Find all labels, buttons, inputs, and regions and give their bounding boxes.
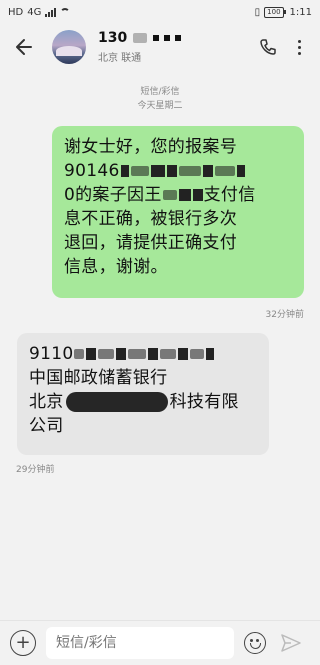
message-line: 9110: [29, 342, 257, 366]
redacted-number: [175, 35, 182, 41]
vibrate-icon: ▯: [254, 6, 261, 18]
redacted-text: [120, 165, 129, 177]
redacted-text: [116, 348, 127, 360]
message-text: 北京: [29, 392, 64, 412]
message-text: 支付信: [203, 185, 256, 205]
redacted-text: [162, 190, 177, 200]
redacted-text: [190, 349, 205, 359]
redacted-text: [86, 348, 97, 360]
send-icon: [281, 634, 301, 652]
redacted-text: [130, 166, 149, 176]
redacted-text: [192, 189, 203, 201]
conversation-header: 130 北京 联通: [0, 24, 320, 70]
message-line: 中国邮政储蓄银行: [29, 368, 168, 388]
redacted-text: [206, 348, 215, 360]
contact-number-text: 130: [98, 30, 128, 46]
wifi-icon: [60, 8, 71, 16]
battery-icon: 100: [264, 6, 286, 18]
message-timestamp: 29分钟前: [16, 465, 55, 475]
redacted-text: [178, 166, 201, 176]
add-attachment-button[interactable]: +: [10, 630, 36, 656]
message-line: 息不正确，被银行多次: [64, 209, 237, 229]
redacted-number: [133, 33, 148, 43]
contact-info[interactable]: 130 北京 联通: [98, 30, 252, 64]
back-arrow-icon: [16, 39, 32, 55]
call-button[interactable]: [252, 27, 284, 67]
add-circle-icon: +: [15, 632, 31, 653]
back-button[interactable]: [4, 27, 44, 67]
message-line: 信息，谢谢。: [64, 257, 168, 277]
message-text: 90146: [64, 161, 120, 181]
compose-bar: +: [0, 620, 320, 665]
contact-number: 130: [98, 30, 252, 46]
more-vertical-icon: [297, 39, 301, 43]
network-label: 4G: [27, 6, 42, 18]
message-line: 0的案子因王 支付信: [64, 183, 292, 207]
status-left: HD 4G: [8, 6, 71, 18]
redacted-text: [74, 349, 85, 359]
message-text: 9110: [29, 344, 74, 364]
incoming-message-bubble[interactable]: 9110 中国邮政储蓄银行 北京 科技有限 公司: [17, 333, 269, 455]
signal-icon: [45, 7, 57, 17]
message-text: 0的案子因王: [64, 185, 162, 205]
message-line: 公司: [29, 416, 64, 436]
redacted-text: [148, 348, 159, 360]
redacted-text: [98, 349, 115, 359]
message-line: 退回，请提供正确支付: [64, 233, 237, 253]
status-bar: HD 4G ▯ 100 1:11: [0, 0, 320, 24]
redacted-text: [214, 166, 235, 176]
message-line: 北京 科技有限: [29, 390, 257, 414]
redacted-text: [166, 165, 177, 177]
redacted-text: [178, 189, 191, 201]
redacted-text: [150, 165, 165, 177]
channel-label: 短信/彩信: [140, 87, 180, 97]
message-line: 谢女士好，您的报案号: [64, 137, 237, 157]
redacted-number: [164, 35, 171, 41]
clock: 1:11: [289, 6, 312, 18]
redacted-text: [202, 165, 213, 177]
redacted-text: [65, 392, 168, 412]
redacted-number: [153, 35, 160, 41]
phone-icon: [260, 39, 276, 55]
contact-location: 北京 联通: [98, 53, 142, 64]
redacted-text: [160, 349, 177, 359]
redacted-text: [178, 348, 189, 360]
outgoing-message-bubble[interactable]: 谢女士好，您的报案号 90146 0的案子因王 支付信 息不正确，被银行多次 退回…: [52, 126, 304, 298]
hd-label: HD: [8, 6, 24, 18]
send-button[interactable]: [280, 632, 302, 654]
message-timestamp: 32分钟前: [265, 310, 304, 320]
message-input[interactable]: [46, 627, 234, 659]
message-text: 科技有限: [169, 392, 239, 412]
more-options-button[interactable]: [284, 27, 314, 67]
date-label: 今天星期二: [137, 101, 183, 111]
redacted-text: [236, 165, 245, 177]
avatar[interactable]: [52, 30, 86, 64]
message-line: 90146: [64, 159, 292, 183]
redacted-text: [128, 349, 147, 359]
battery-percent: 100: [264, 6, 284, 18]
status-right: ▯ 100 1:11: [254, 6, 312, 18]
emoji-button[interactable]: [244, 632, 266, 654]
